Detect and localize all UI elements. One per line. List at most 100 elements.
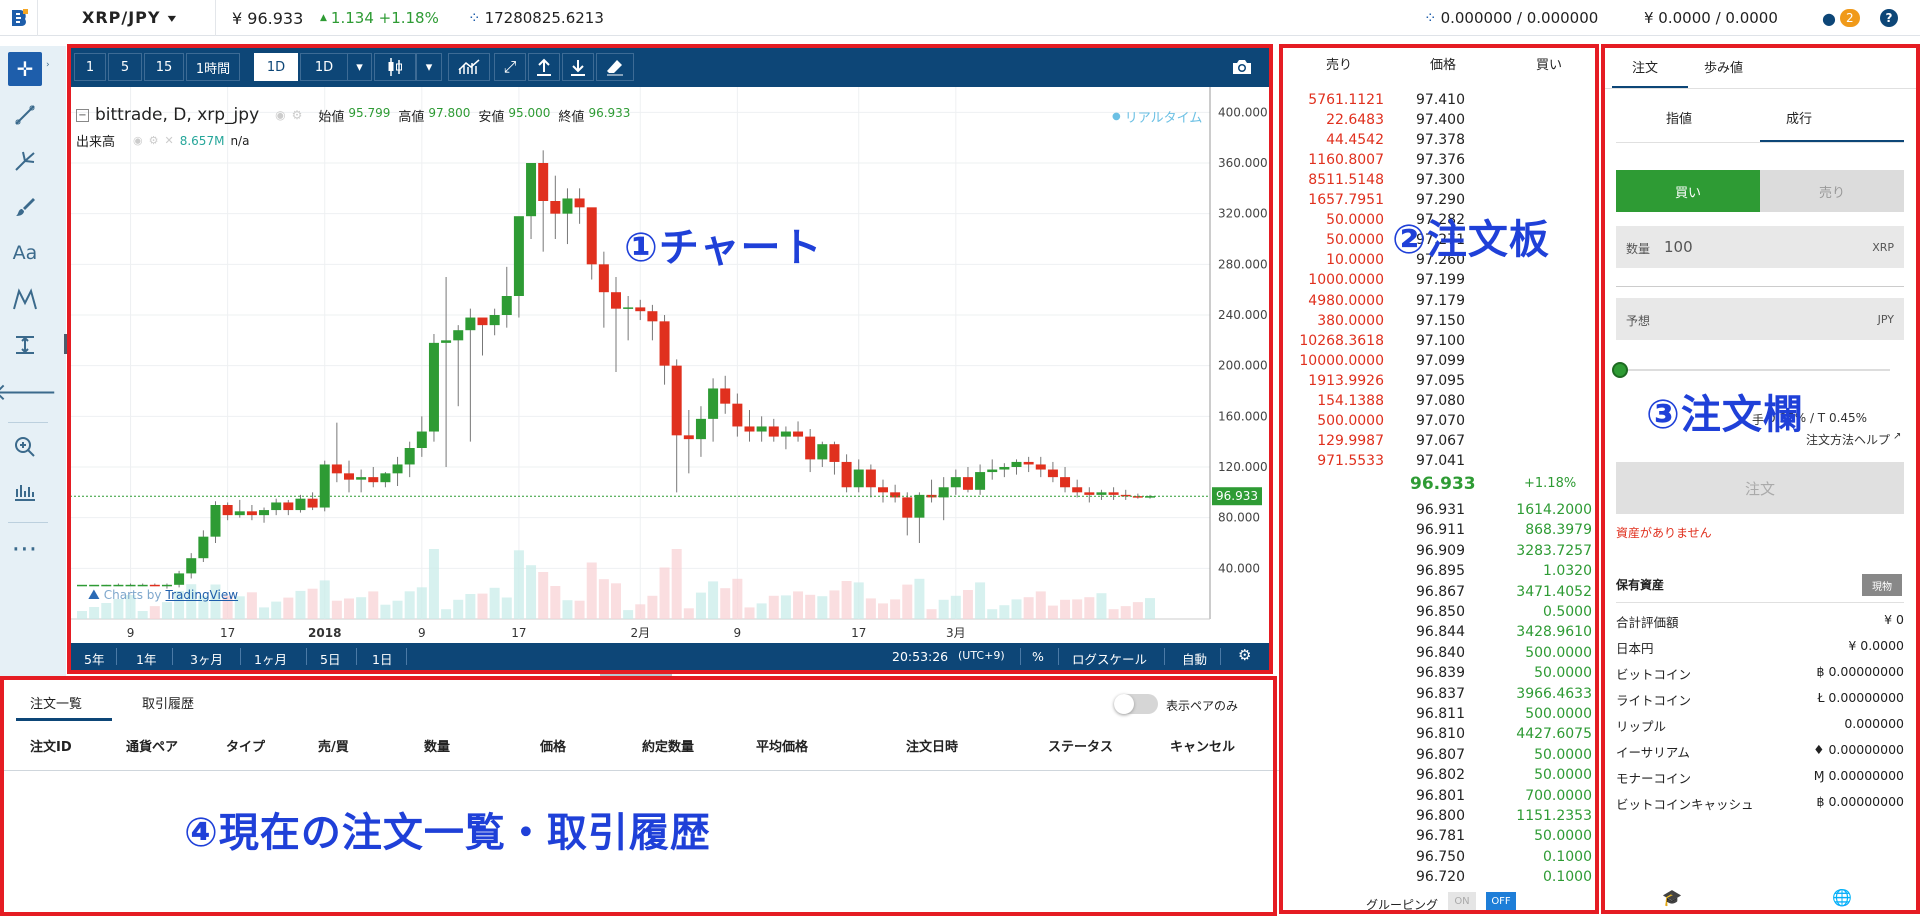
buy-button[interactable]: 買い: [1616, 170, 1760, 212]
chevron-down-icon[interactable]: ▾: [416, 53, 442, 81]
eye-icon[interactable]: ◉: [133, 134, 143, 147]
market-tab[interactable]: 成行: [1786, 108, 1812, 127]
ask-row[interactable]: 5761.1121 97.410: [1280, 90, 1600, 110]
sell-button[interactable]: 売り: [1760, 170, 1904, 212]
pair-only-toggle[interactable]: [1114, 694, 1158, 714]
bid-row[interactable]: 96.800 1151.2353: [1280, 806, 1600, 826]
text-tool-icon[interactable]: Aa: [8, 236, 42, 270]
bid-row[interactable]: 96.909 3283.7257: [1280, 541, 1600, 561]
interval-15m[interactable]: 15: [144, 53, 184, 81]
download-icon[interactable]: [562, 53, 594, 81]
ask-row[interactable]: 1160.8007 97.376: [1280, 150, 1600, 170]
grouping-off-button[interactable]: OFF: [1486, 892, 1516, 910]
bid-row[interactable]: 96.931 1614.2000: [1280, 500, 1600, 520]
close-icon[interactable]: ✕: [165, 134, 174, 147]
bid-row[interactable]: 96.720 0.1000: [1280, 867, 1600, 887]
clock-timezone[interactable]: (UTC+9): [958, 649, 1005, 662]
ask-row[interactable]: 44.4542 97.378: [1280, 130, 1600, 150]
range-1d[interactable]: 1日: [372, 649, 392, 668]
bid-row[interactable]: 96.802 50.0000: [1280, 765, 1600, 785]
ask-row[interactable]: 10268.3618 97.100: [1280, 331, 1600, 351]
pattern-icon[interactable]: [8, 282, 42, 316]
bittrade-logo[interactable]: [0, 0, 38, 36]
bid-row[interactable]: 96.811 500.0000: [1280, 704, 1600, 724]
interval-1m[interactable]: 1: [74, 53, 106, 81]
ask-row[interactable]: 4980.0000 97.179: [1280, 291, 1600, 311]
interval-1d[interactable]: 1D: [254, 53, 298, 81]
tradingview-watermark[interactable]: ⛰ Charts by TradingView: [88, 587, 238, 603]
bid-row[interactable]: 96.807 50.0000: [1280, 745, 1600, 765]
bid-row[interactable]: 96.867 3471.4052: [1280, 582, 1600, 602]
bid-row[interactable]: 96.801 700.0000: [1280, 786, 1600, 806]
more-icon[interactable]: ⋯: [8, 532, 42, 566]
range-3m[interactable]: 3ヶ月: [190, 649, 223, 668]
camera-icon[interactable]: [1220, 53, 1264, 81]
panel-resize-handle[interactable]: [600, 674, 672, 677]
settings-icon[interactable]: ⚙: [149, 134, 159, 147]
ask-row[interactable]: 154.1388 97.080: [1280, 391, 1600, 411]
interval-dropdown[interactable]: 1D: [300, 53, 348, 81]
gear-icon[interactable]: ⚙: [1238, 646, 1251, 664]
measure-icon[interactable]: [8, 328, 42, 362]
trendline-icon[interactable]: [8, 98, 42, 132]
range-1m[interactable]: 1ヶ月: [254, 649, 287, 668]
range-5d[interactable]: 5日: [320, 649, 340, 668]
amount-slider-handle[interactable]: [1612, 362, 1628, 378]
globe-icon[interactable]: 🌐: [1832, 888, 1852, 907]
candle-type-icon[interactable]: [374, 53, 416, 81]
tab-trades[interactable]: 歩み値: [1704, 57, 1743, 76]
bid-row[interactable]: 96.810 4427.6075: [1280, 724, 1600, 744]
bid-row[interactable]: 96.844 3428.9610: [1280, 622, 1600, 642]
bid-row[interactable]: 96.840 500.0000: [1280, 643, 1600, 663]
ask-row[interactable]: 380.0000 97.150: [1280, 311, 1600, 331]
ask-row[interactable]: 1000.0000 97.199: [1280, 270, 1600, 290]
arrow-left-icon[interactable]: 🡐: [0, 374, 57, 408]
submit-order-button[interactable]: 注文: [1616, 462, 1904, 514]
amount-slider-track[interactable]: [1622, 369, 1890, 371]
range-5y[interactable]: 5年: [84, 649, 104, 668]
bid-row[interactable]: 96.839 50.0000: [1280, 663, 1600, 683]
bid-row[interactable]: 96.895 1.0320: [1280, 561, 1600, 581]
quantity-field[interactable]: 数量 100 XRP: [1616, 226, 1904, 268]
ask-row[interactable]: 500.0000 97.070: [1280, 411, 1600, 431]
fork-tool-icon[interactable]: [8, 144, 42, 178]
settings-icon[interactable]: ⚙: [292, 108, 303, 122]
spot-button[interactable]: 現物: [1862, 574, 1902, 596]
tab-open-orders[interactable]: 注文一覧: [30, 693, 82, 712]
help-button[interactable]: ?: [1880, 0, 1898, 36]
upload-icon[interactable]: [528, 53, 560, 81]
eraser-icon[interactable]: [596, 53, 634, 81]
auto-scale-toggle[interactable]: 自動: [1182, 649, 1207, 668]
crosshair-icon[interactable]: ✛: [8, 52, 42, 86]
expand-icon[interactable]: ›: [46, 60, 50, 70]
indicators-icon[interactable]: [448, 53, 490, 81]
ask-row[interactable]: 10000.0000 97.099: [1280, 351, 1600, 371]
order-help-link[interactable]: 注文方法ヘルプ ↗: [1806, 431, 1901, 448]
candlestick-chart[interactable]: 400.000 360.000 320.000 280.000 240.000 200.0…: [70, 87, 1270, 643]
eye-icon[interactable]: ◉: [275, 108, 285, 122]
bid-row[interactable]: 96.850 0.5000: [1280, 602, 1600, 622]
ask-row[interactable]: 22.6483 97.400: [1280, 110, 1600, 130]
ask-row[interactable]: 1913.9926 97.095: [1280, 371, 1600, 391]
collapse-legend-icon[interactable]: −: [76, 108, 89, 122]
interval-5m[interactable]: 5: [108, 53, 142, 81]
estimate-field[interactable]: 予想 JPY: [1616, 298, 1904, 340]
brush-icon[interactable]: [8, 190, 42, 224]
bid-row[interactable]: 96.837 3966.4633: [1280, 684, 1600, 704]
ask-row[interactable]: 129.9987 97.067: [1280, 431, 1600, 451]
percent-toggle[interactable]: %: [1032, 649, 1044, 664]
pair-selector[interactable]: XRP/JPY ▾: [38, 0, 216, 36]
grouping-on-button[interactable]: ON: [1448, 892, 1476, 910]
chart-settings-icon[interactable]: [8, 474, 42, 508]
academy-icon[interactable]: 🎓: [1662, 888, 1682, 907]
bid-row[interactable]: 96.750 0.1000: [1280, 847, 1600, 867]
bid-row[interactable]: 96.781 50.0000: [1280, 826, 1600, 846]
ask-row[interactable]: 971.5533 97.041: [1280, 451, 1600, 471]
tab-order[interactable]: 注文: [1632, 57, 1658, 76]
ask-row[interactable]: 8511.5148 97.300: [1280, 170, 1600, 190]
log-scale-toggle[interactable]: ログスケール: [1072, 649, 1147, 668]
chevron-down-icon[interactable]: ▾: [348, 53, 372, 81]
zoom-in-icon[interactable]: [8, 430, 42, 464]
fullscreen-icon[interactable]: ⤢: [494, 53, 526, 81]
user-menu[interactable]: ● 2: [1822, 0, 1860, 36]
